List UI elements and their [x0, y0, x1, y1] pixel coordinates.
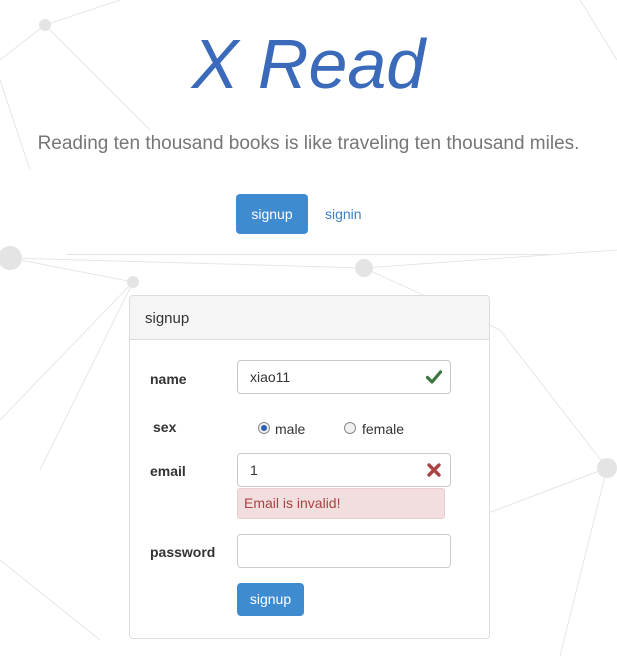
app-title: X Read — [191, 25, 426, 103]
radio-female-label[interactable]: female — [362, 421, 404, 437]
nav-signin-link[interactable]: signin — [325, 194, 362, 234]
tagline: Reading ten thousand books is like trave… — [37, 133, 580, 154]
page: X Read Reading ten thousand books is lik… — [0, 0, 617, 656]
radio-male[interactable] — [258, 422, 270, 434]
radio-male-label[interactable]: male — [275, 421, 305, 437]
divider — [67, 254, 553, 255]
email-error-alert: Email is invalid! — [237, 488, 445, 519]
signup-submit-button[interactable]: signup — [237, 583, 304, 616]
email-label: email — [150, 463, 186, 479]
nav-signup-button[interactable]: signup — [236, 194, 308, 234]
check-icon — [426, 370, 442, 384]
password-input[interactable] — [237, 534, 451, 568]
name-input[interactable]: xiao11 — [237, 360, 451, 394]
name-input-value: xiao11 — [250, 369, 291, 385]
radio-female[interactable] — [344, 422, 356, 434]
error-x-icon — [427, 463, 441, 477]
signup-panel: signup name xiao11 sex male female email… — [129, 295, 490, 639]
name-label: name — [150, 371, 187, 387]
panel-heading: signup — [130, 296, 489, 340]
sex-label: sex — [153, 419, 177, 435]
password-label: password — [150, 544, 216, 560]
email-input[interactable]: 1 — [237, 453, 451, 487]
email-input-value: 1 — [250, 462, 258, 478]
